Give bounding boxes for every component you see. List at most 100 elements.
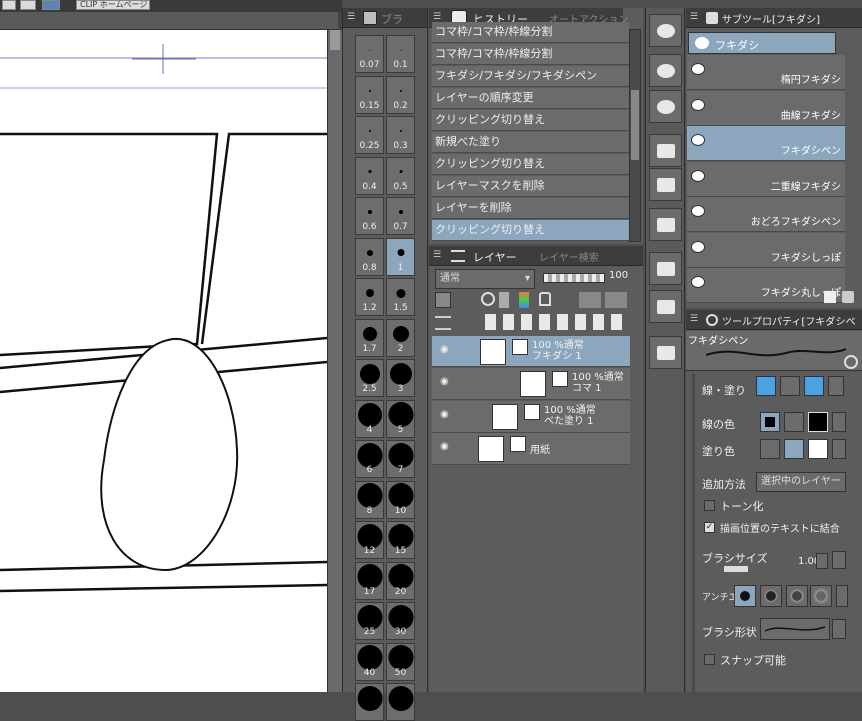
brush-size-spinner[interactable]	[816, 553, 828, 569]
layer-row[interactable]: ◉ 用紙	[432, 433, 630, 465]
brush-size-preset[interactable]: 30	[386, 602, 415, 640]
layer-row[interactable]: ◉ 100 %通常 フキダシ 1	[432, 336, 630, 367]
add-method-select[interactable]: 選択中のレイヤー	[756, 472, 846, 492]
layer-row[interactable]: ◉ 100 %通常 べた塗り 1	[432, 401, 630, 433]
brush-size-preset[interactable]: 0.5	[386, 156, 415, 195]
zoom-icon[interactable]	[844, 355, 858, 369]
brush-size-preset[interactable]	[386, 683, 415, 721]
eye-icon[interactable]: ◉	[440, 344, 449, 355]
draft-layer-icon[interactable]	[519, 292, 529, 308]
history-item[interactable]: 新規べた塗り	[432, 132, 629, 153]
speech-balloon-icon[interactable]	[649, 14, 682, 47]
line-and-fill-button[interactable]	[804, 376, 824, 396]
brush-size-preset[interactable]: 8	[355, 480, 384, 519]
brush-size-tab[interactable]: ブラ	[381, 11, 403, 27]
brush-size-preset[interactable]: 50	[386, 642, 415, 681]
snap-checkbox[interactable]	[704, 654, 715, 665]
layer-color-icon[interactable]	[435, 292, 451, 308]
layer-action-icons[interactable]	[485, 314, 625, 330]
line-only-button[interactable]	[756, 376, 776, 396]
history-item[interactable]: コマ枠/コマ枠/枠線分割	[432, 44, 629, 65]
folder-open-icon[interactable]	[649, 290, 682, 323]
line-fill-menu[interactable]	[828, 376, 844, 396]
folder-down-icon[interactable]	[649, 336, 682, 369]
people-icon[interactable]	[649, 208, 682, 241]
mask-ruler-icon[interactable]	[605, 292, 627, 308]
brush-size-preset[interactable]: 12	[355, 521, 384, 559]
fill-color-menu[interactable]	[832, 439, 846, 459]
brush-size-preset[interactable]: 1	[386, 237, 415, 276]
eye-icon[interactable]: ◉	[440, 409, 449, 420]
brush-size-preset[interactable]: 3	[386, 359, 415, 397]
antialias-medium-button[interactable]	[786, 585, 808, 607]
subtool-item[interactable]: フキダシペン	[687, 126, 845, 161]
fill-sub-color-swatch[interactable]	[784, 439, 804, 459]
antialias-weak-button[interactable]	[760, 585, 782, 607]
main-color-swatch[interactable]	[760, 412, 780, 432]
history-item[interactable]: クリッピング切り替え	[432, 220, 629, 241]
brush-size-preset[interactable]: 0.25	[355, 116, 384, 154]
history-item[interactable]: クリッピング切り替え	[432, 110, 629, 131]
brush-size-preset[interactable]: 2	[386, 318, 415, 357]
trash-icon[interactable]	[842, 291, 854, 303]
eye-icon[interactable]: ◉	[440, 441, 449, 452]
homepage-button[interactable]: CLIP ホームページ	[76, 0, 150, 10]
folder-icon[interactable]	[649, 252, 682, 285]
layer-stack-icon[interactable]	[435, 316, 451, 330]
brush-size-preset[interactable]: 0.3	[386, 116, 415, 154]
brush-shape-select[interactable]	[760, 618, 830, 640]
subtool-item[interactable]: フキダシ丸しっぽ	[687, 268, 845, 303]
brush-size-preset[interactable]: 0.1	[386, 35, 415, 73]
brush-size-preset[interactable]: 0.8	[355, 237, 384, 276]
brush-size-preset[interactable]: 1.2	[355, 278, 384, 316]
subtool-group-button[interactable]: フキダシ	[688, 32, 836, 54]
fill-only-button[interactable]	[780, 376, 800, 396]
line-color-menu[interactable]	[832, 412, 846, 432]
history-item[interactable]: フキダシ/フキダシ/フキダシペン	[432, 66, 629, 87]
tone-checkbox[interactable]	[704, 500, 715, 511]
blend-mode-select[interactable]: 通常 ▾	[435, 269, 535, 289]
panel-menu-icon[interactable]: ☰	[347, 12, 359, 23]
brush-size-preset[interactable]: 1.7	[355, 318, 384, 357]
tab-layer[interactable]: レイヤー	[473, 249, 517, 265]
panel-menu-icon[interactable]: ☰	[690, 314, 702, 325]
reference-layer-icon[interactable]	[499, 292, 509, 308]
history-item[interactable]: レイヤーを削除	[432, 198, 629, 219]
antialias-menu[interactable]	[836, 585, 848, 607]
fill-main-color-swatch[interactable]	[760, 439, 780, 459]
brush-size-preset[interactable]: 15	[386, 521, 415, 559]
brush-size-preset[interactable]: 0.6	[355, 197, 384, 235]
fill-color-swatch[interactable]	[808, 439, 828, 459]
stack-icon[interactable]	[649, 168, 682, 201]
tab-layer-search[interactable]: レイヤー検索	[539, 249, 599, 264]
brush-size-preset[interactable]: 5	[386, 399, 415, 438]
lock-icon[interactable]	[539, 292, 551, 306]
toolbar-icon[interactable]	[2, 0, 16, 10]
brush-size-preset[interactable]: 0.7	[386, 197, 415, 235]
history-item[interactable]: レイヤーマスクを削除	[432, 176, 629, 197]
sub-color-swatch[interactable]	[784, 412, 804, 432]
merge-text-checkbox[interactable]: ✓	[704, 522, 715, 533]
heart-balloon-icon[interactable]	[649, 90, 682, 123]
brush-size-preset[interactable]: 0.07	[355, 35, 384, 73]
brush-size-preset[interactable]: 1.5	[386, 278, 415, 316]
antialias-none-button[interactable]	[734, 585, 756, 607]
history-item[interactable]: クリッピング切り替え	[432, 154, 629, 175]
subtool-item[interactable]: 楕円フキダシ	[687, 55, 845, 90]
subtool-item[interactable]: フキダシしっぽ	[687, 232, 845, 268]
clip-layer-icon[interactable]	[481, 292, 495, 306]
brush-size-preset[interactable]: 2.5	[355, 359, 384, 397]
layer-row[interactable]: ◉ 100 %通常 コマ 1	[432, 368, 630, 400]
history-item[interactable]: コマ枠/コマ枠/枠線分割	[432, 22, 629, 43]
brush-size-preset[interactable]: 40	[355, 642, 384, 681]
canvas-vertical-scrollbar[interactable]	[327, 30, 342, 692]
panel-menu-icon[interactable]: ☰	[433, 250, 445, 261]
subtool-item[interactable]: 曲線フキダシ	[687, 90, 845, 126]
panel-menu-icon[interactable]: ☰	[690, 12, 702, 23]
opacity-slider[interactable]	[543, 273, 605, 283]
brush-size-preset[interactable]: 17	[355, 561, 384, 600]
brush-size-preset[interactable]: 6	[355, 440, 384, 478]
brush-size-preset[interactable]: 10	[386, 480, 415, 519]
drawing-canvas[interactable]	[0, 30, 327, 692]
mask-icon[interactable]	[579, 292, 601, 308]
